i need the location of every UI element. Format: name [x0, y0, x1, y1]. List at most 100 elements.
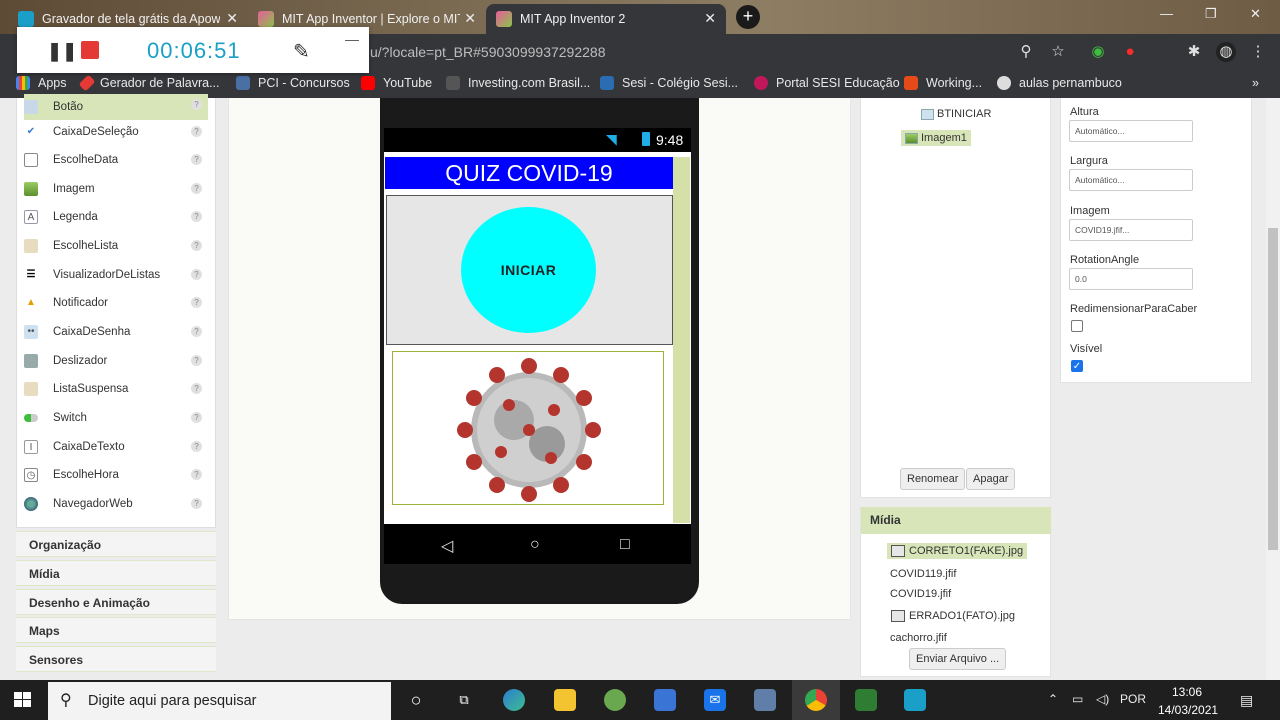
- palette-item-visualizadordelistas[interactable]: ☰ VisualizadorDeListas ?: [24, 264, 208, 286]
- taskbar-time[interactable]: 13:06: [1172, 685, 1202, 699]
- close-icon[interactable]: ✕: [226, 10, 238, 27]
- palette-item-notificador[interactable]: ▲ Notificador ?: [24, 292, 208, 314]
- iniciar-button[interactable]: INICIAR: [461, 207, 596, 333]
- image-input[interactable]: COVID19.jfif...: [1069, 219, 1193, 241]
- palette-item-caixadesenha[interactable]: •• CaixaDeSenha ?: [24, 321, 208, 343]
- volume-icon[interactable]: ◁): [1096, 692, 1109, 706]
- imagem1-component[interactable]: [392, 351, 664, 505]
- extension-wave-icon[interactable]: ◉: [1088, 42, 1108, 62]
- height-input[interactable]: Automático...: [1069, 120, 1193, 142]
- scrollbar-thumb[interactable]: [1268, 228, 1278, 550]
- help-icon[interactable]: ?: [191, 412, 202, 423]
- palette-category-midia[interactable]: Mídia: [16, 560, 216, 586]
- help-icon[interactable]: ?: [191, 240, 202, 251]
- language-indicator[interactable]: POR: [1120, 692, 1146, 706]
- store-icon[interactable]: [654, 689, 676, 711]
- stop-icon[interactable]: [81, 41, 99, 59]
- help-icon[interactable]: ?: [191, 99, 202, 110]
- palette-item-escolhelista[interactable]: EscolheLista ?: [24, 235, 208, 257]
- bookmark-investing[interactable]: Investing.com Brasil...: [446, 76, 590, 90]
- restore-icon[interactable]: ❐: [1205, 6, 1217, 22]
- media-file[interactable]: CORRETO1(FAKE).jpg: [887, 543, 1028, 559]
- media-file[interactable]: ERRADO1(FATO).jpg: [891, 610, 1015, 622]
- rename-button[interactable]: Renomear: [900, 468, 966, 490]
- windows-start-icon[interactable]: [14, 692, 32, 708]
- palette-item-escolhedata[interactable]: EscolheData ?: [24, 149, 208, 171]
- palette-item-caixadetexto[interactable]: I CaixaDeTexto ?: [24, 436, 208, 458]
- file-explorer-icon[interactable]: [554, 689, 576, 711]
- palette-category-organizacao[interactable]: Organização: [16, 531, 216, 557]
- bookmark-aulas[interactable]: aulas pernambuco: [997, 76, 1122, 90]
- tree-item-btiniciar[interactable]: BTINICIAR: [921, 108, 991, 120]
- tree-item-imagem1[interactable]: Imagem1: [901, 130, 971, 146]
- bookmark-sesi[interactable]: Sesi - Colégio Sesi...: [600, 76, 738, 90]
- bookmarks-overflow-icon[interactable]: »: [1252, 76, 1259, 90]
- paint-icon[interactable]: [604, 689, 626, 711]
- palette-item-imagem[interactable]: Imagem ?: [24, 178, 208, 200]
- bookmark-working[interactable]: Working...: [904, 76, 982, 90]
- help-icon[interactable]: ?: [191, 183, 202, 194]
- minimize-icon[interactable]: —: [1160, 6, 1173, 21]
- screen-recorder-icon[interactable]: [904, 689, 926, 711]
- palette-item-escolhehora[interactable]: ◷ EscolheHora ?: [24, 464, 208, 486]
- bookmark-youtube[interactable]: YouTube: [361, 76, 432, 90]
- help-icon[interactable]: ?: [191, 154, 202, 165]
- close-window-icon[interactable]: ✕: [1250, 6, 1261, 22]
- help-icon[interactable]: ?: [191, 383, 202, 394]
- calculator-icon[interactable]: [754, 689, 776, 711]
- zoom-icon[interactable]: ⚲: [1016, 42, 1036, 62]
- scale-to-fit-checkbox[interactable]: [1071, 320, 1083, 332]
- task-view-icon[interactable]: ⧉: [453, 689, 475, 711]
- palette-item-deslizador[interactable]: Deslizador ?: [24, 350, 208, 372]
- palette-category-sensores[interactable]: Sensores: [16, 646, 216, 672]
- width-input[interactable]: Automático...: [1069, 169, 1193, 191]
- palette-item-caixadeselecao[interactable]: ✔ CaixaDeSeleção ?: [24, 121, 208, 143]
- help-icon[interactable]: ?: [191, 326, 202, 337]
- palette-item-listasuspensa[interactable]: ListaSuspensa ?: [24, 378, 208, 400]
- taskbar-date[interactable]: 14/03/2021: [1158, 703, 1218, 717]
- pen-icon[interactable]: ✎: [293, 39, 310, 64]
- notifications-icon[interactable]: ▤: [1240, 692, 1253, 709]
- pause-icon[interactable]: ❚❚: [47, 41, 77, 62]
- close-icon[interactable]: ✕: [704, 10, 716, 27]
- bookmark-gerador[interactable]: Gerador de Palavra...: [78, 74, 220, 92]
- mail-icon[interactable]: ✉: [704, 689, 726, 711]
- tray-chevron-icon[interactable]: ⌃: [1048, 692, 1058, 706]
- close-icon[interactable]: ✕: [464, 10, 476, 27]
- image-viewer-icon[interactable]: [855, 689, 877, 711]
- taskbar-search-box[interactable]: ⚲ Digite aqui para pesquisar: [48, 682, 391, 720]
- profile-avatar-icon[interactable]: ◍: [1216, 42, 1236, 62]
- bookmark-pci[interactable]: PCI - Concursos: [236, 76, 350, 90]
- palette-category-desenho[interactable]: Desenho e Animação: [16, 589, 216, 615]
- media-file[interactable]: COVID19.jfif: [890, 588, 951, 600]
- star-icon[interactable]: ☆: [1048, 42, 1068, 62]
- edge-icon[interactable]: [503, 689, 525, 711]
- help-icon[interactable]: ?: [191, 441, 202, 452]
- delete-button[interactable]: Apagar: [966, 468, 1016, 490]
- help-icon[interactable]: ?: [191, 126, 202, 137]
- minimize-icon[interactable]: —: [345, 31, 359, 47]
- help-icon[interactable]: ?: [191, 469, 202, 480]
- help-icon[interactable]: ?: [191, 498, 202, 509]
- palette-item-switch[interactable]: Switch ?: [24, 407, 208, 429]
- upload-file-button[interactable]: Enviar Arquivo ...: [909, 648, 1007, 670]
- chrome-icon[interactable]: [805, 689, 827, 711]
- battery-icon[interactable]: ▭: [1072, 692, 1083, 706]
- extensions-puzzle-icon[interactable]: ✱: [1184, 42, 1204, 62]
- palette-category-maps[interactable]: Maps: [16, 617, 216, 643]
- url-text[interactable]: u/?locale=pt_BR#5903099937292288: [370, 44, 606, 60]
- visible-checkbox[interactable]: ✓: [1071, 360, 1083, 372]
- palette-item-navegadorweb[interactable]: NavegadorWeb ?: [24, 493, 208, 515]
- media-file[interactable]: COVID119.jfif: [890, 568, 956, 580]
- extension-hand-icon[interactable]: ●: [1120, 42, 1140, 62]
- palette-item-legenda[interactable]: A Legenda ?: [24, 206, 208, 228]
- bookmark-portal-sesi[interactable]: Portal SESI Educação: [754, 76, 900, 90]
- new-tab-button[interactable]: +: [736, 5, 760, 29]
- help-icon[interactable]: ?: [191, 211, 202, 222]
- app-title-label[interactable]: QUIZ COVID-19: [385, 157, 673, 189]
- help-icon[interactable]: ?: [191, 269, 202, 280]
- help-icon[interactable]: ?: [191, 297, 202, 308]
- palette-item-botao[interactable]: Botão ?: [24, 94, 208, 120]
- menu-kebab-icon[interactable]: ⋮: [1248, 42, 1268, 62]
- bookmark-apps[interactable]: Apps: [16, 76, 67, 90]
